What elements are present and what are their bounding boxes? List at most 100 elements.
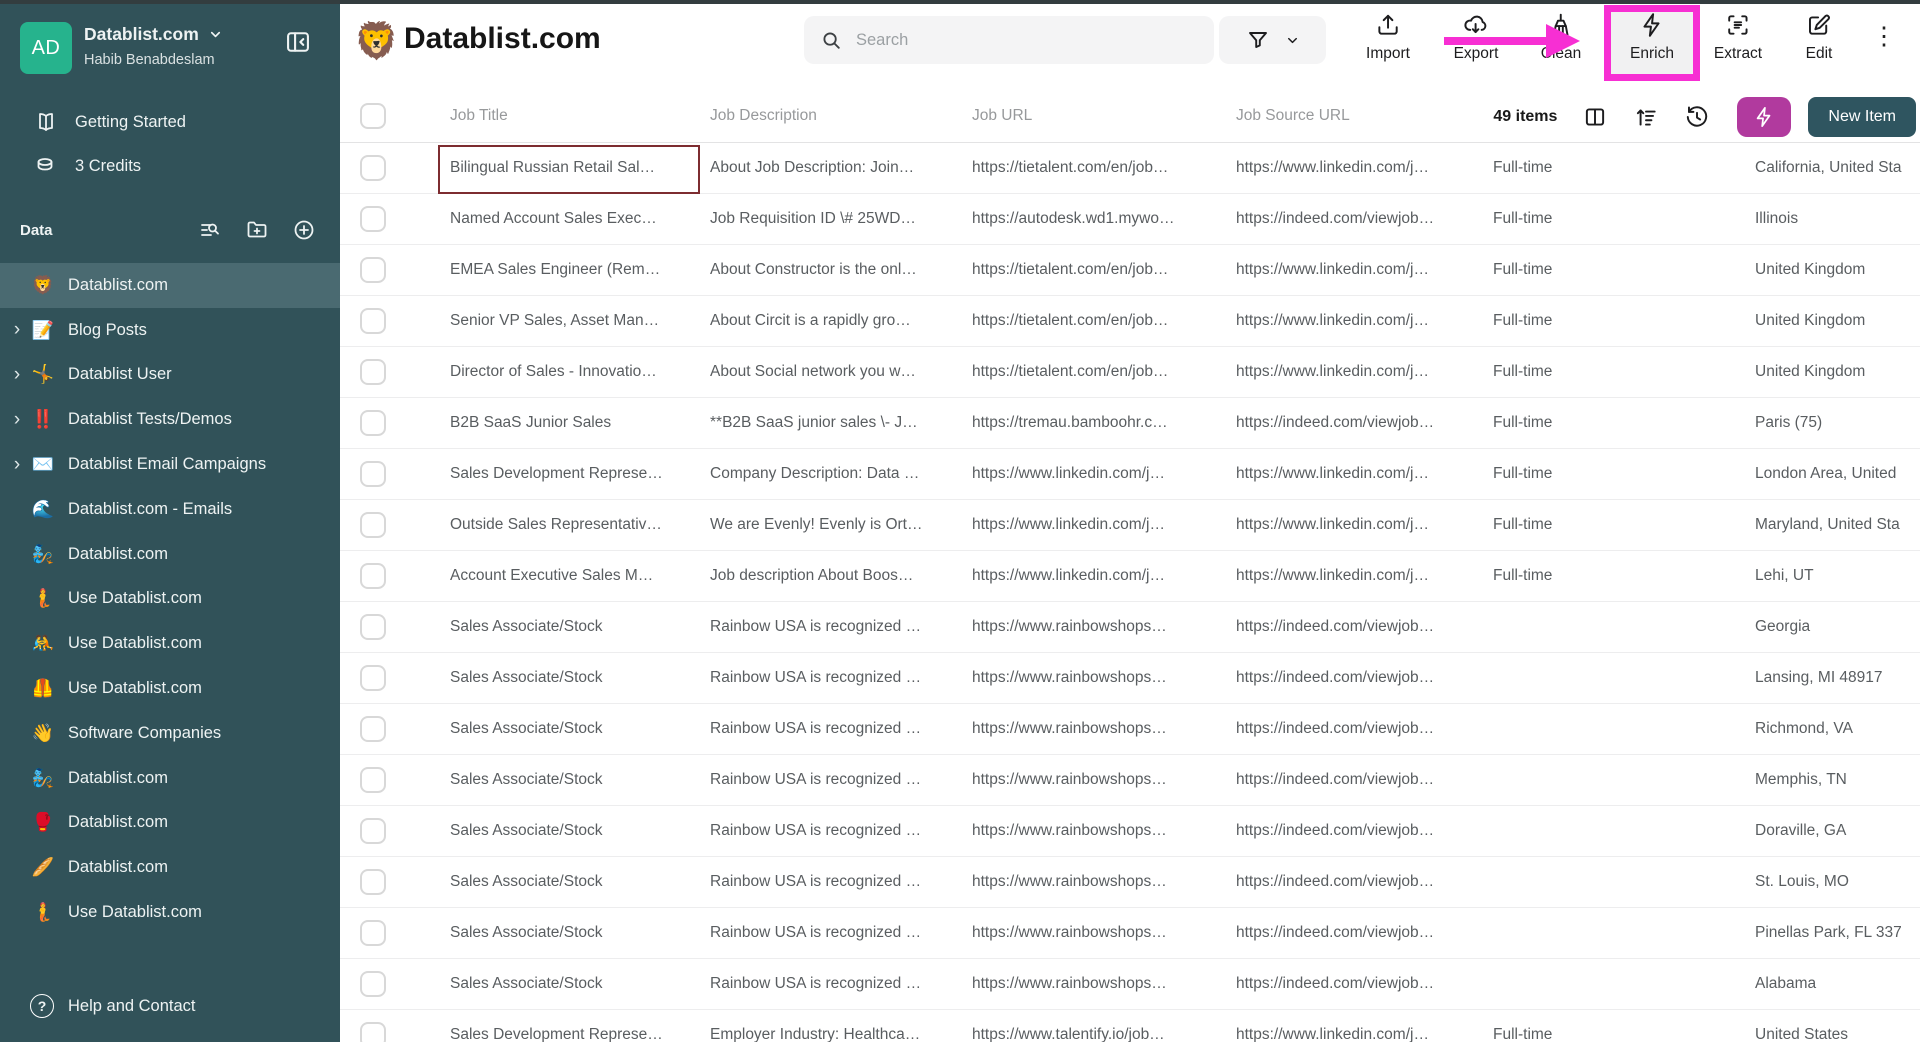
toolbar-import-button[interactable]: Import	[1366, 12, 1410, 63]
row-checkbox[interactable]	[360, 716, 386, 742]
cell-job-description[interactable]: Rainbow USA is recognized …	[710, 873, 972, 891]
cell-job-location[interactable]: Lansing, MI 48917	[1755, 669, 1920, 687]
cell-job-source-url[interactable]: https://www.linkedin.com/j…	[1236, 261, 1493, 279]
cell-job-title[interactable]: Sales Associate/Stock	[450, 618, 710, 636]
cell-job-source-url[interactable]: https://indeed.com/viewjob…	[1236, 210, 1493, 228]
cell-job-source-url[interactable]: https://www.linkedin.com/j…	[1236, 363, 1493, 381]
cell-job-url[interactable]: https://tietalent.com/en/job…	[972, 261, 1236, 279]
cell-job-location[interactable]: California, United Sta	[1755, 159, 1920, 177]
row-checkbox[interactable]	[360, 1022, 386, 1042]
sidebar-item-collection[interactable]: 🥖Datablist.com	[0, 845, 340, 890]
cell-job-url[interactable]: https://www.linkedin.com/j…	[972, 465, 1236, 483]
workspace-switcher[interactable]: Datablist.com	[84, 24, 223, 45]
toolbar-extract-button[interactable]: Extract	[1714, 12, 1762, 63]
cell-job-title[interactable]: Sales Associate/Stock	[450, 720, 710, 738]
chevron-right-icon[interactable]: ›	[6, 364, 28, 386]
cell-job-title[interactable]: Account Executive Sales M…	[450, 567, 710, 585]
cell-job-location[interactable]: St. Louis, MO	[1755, 873, 1920, 891]
cell-job-source-url[interactable]: https://indeed.com/viewjob…	[1236, 822, 1493, 840]
cell-job-title[interactable]: Sales Associate/Stock	[450, 771, 710, 789]
sidebar-item-credits[interactable]: 3 Credits	[0, 144, 340, 188]
sort-button[interactable]	[1633, 104, 1659, 130]
cell-job-title[interactable]: B2B SaaS Junior Sales	[450, 414, 710, 432]
row-checkbox[interactable]	[360, 920, 386, 946]
cell-job-location[interactable]: Maryland, United Sta	[1755, 516, 1920, 534]
column-header-job-title[interactable]: Job Title	[450, 107, 710, 125]
cell-job-title[interactable]: Outside Sales Representativ…	[450, 516, 710, 534]
cell-job-type[interactable]: Full-time	[1493, 363, 1755, 381]
sidebar-item-collection[interactable]: 🤼Use Datablist.com	[0, 621, 340, 666]
cell-job-location[interactable]: London Area, United	[1755, 465, 1920, 483]
row-checkbox[interactable]	[360, 869, 386, 895]
cell-job-location[interactable]: Alabama	[1755, 975, 1920, 993]
cell-job-title[interactable]: Sales Associate/Stock	[450, 975, 710, 993]
column-header-job-source-url[interactable]: Job Source URL	[1236, 107, 1493, 125]
toolbar-clean-button[interactable]: Clean	[1541, 12, 1582, 63]
cell-job-description[interactable]: Job Requisition ID \# 25WD…	[710, 210, 972, 228]
cell-job-url[interactable]: https://tietalent.com/en/job…	[972, 363, 1236, 381]
cell-job-title[interactable]: Sales Development Represe…	[450, 465, 710, 483]
sidebar-item-collection[interactable]: 🥊Datablist.com	[0, 801, 340, 846]
cell-job-title[interactable]: EMEA Sales Engineer (Rem…	[450, 261, 710, 279]
cell-job-title[interactable]: Sales Associate/Stock	[450, 924, 710, 942]
cell-job-location[interactable]: United Kingdom	[1755, 312, 1920, 330]
toolbar-export-button[interactable]: Export	[1454, 12, 1499, 63]
cell-job-description[interactable]: Rainbow USA is recognized …	[710, 669, 972, 687]
cell-job-description[interactable]: About Job Description: Join…	[710, 159, 972, 177]
row-checkbox[interactable]	[360, 359, 386, 385]
cell-job-location[interactable]: Doraville, GA	[1755, 822, 1920, 840]
cell-job-type[interactable]: Full-time	[1493, 159, 1755, 177]
new-item-button[interactable]: New Item	[1808, 97, 1916, 137]
sidebar-item-collection[interactable]: ›🤸Datablist User	[0, 353, 340, 398]
cell-job-source-url[interactable]: https://indeed.com/viewjob…	[1236, 618, 1493, 636]
cell-job-location[interactable]: United Kingdom	[1755, 363, 1920, 381]
sidebar-item-help[interactable]: ? Help and Contact	[0, 984, 340, 1028]
add-collection-icon[interactable]	[292, 218, 316, 242]
cell-job-title[interactable]: Bilingual Russian Retail Sal…	[450, 159, 710, 177]
row-checkbox[interactable]	[360, 206, 386, 232]
collapse-sidebar-button[interactable]	[284, 28, 312, 56]
row-checkbox[interactable]	[360, 818, 386, 844]
history-button[interactable]	[1684, 104, 1710, 130]
cell-job-url[interactable]: https://tietalent.com/en/job…	[972, 312, 1236, 330]
search-lists-icon[interactable]	[198, 218, 222, 242]
cell-job-description[interactable]: About Circit is a rapidly gro…	[710, 312, 972, 330]
cell-job-source-url[interactable]: https://www.linkedin.com/j…	[1236, 1026, 1493, 1042]
cell-job-description[interactable]: Company Description: Data …	[710, 465, 972, 483]
cell-job-url[interactable]: https://www.rainbowshops…	[972, 771, 1236, 789]
cell-job-type[interactable]: Full-time	[1493, 465, 1755, 483]
cell-job-type[interactable]: Full-time	[1493, 516, 1755, 534]
column-header-job-description[interactable]: Job Description	[710, 107, 972, 125]
cell-job-description[interactable]: Job description About Boos…	[710, 567, 972, 585]
cell-job-type[interactable]: Full-time	[1493, 312, 1755, 330]
cell-job-description[interactable]: Rainbow USA is recognized …	[710, 975, 972, 993]
cell-job-description[interactable]: Rainbow USA is recognized …	[710, 618, 972, 636]
cell-job-source-url[interactable]: https://www.linkedin.com/j…	[1236, 516, 1493, 534]
cell-job-source-url[interactable]: https://www.linkedin.com/j…	[1236, 159, 1493, 177]
row-checkbox[interactable]	[360, 410, 386, 436]
cell-job-title[interactable]: Sales Associate/Stock	[450, 873, 710, 891]
cell-job-description[interactable]: Rainbow USA is recognized …	[710, 771, 972, 789]
cell-job-location[interactable]: Georgia	[1755, 618, 1920, 636]
row-checkbox[interactable]	[360, 767, 386, 793]
cell-job-type[interactable]: Full-time	[1493, 414, 1755, 432]
cell-job-title[interactable]: Director of Sales - Innovatio…	[450, 363, 710, 381]
cell-job-description[interactable]: Rainbow USA is recognized …	[710, 822, 972, 840]
filter-button[interactable]	[1219, 16, 1326, 64]
row-checkbox[interactable]	[360, 257, 386, 283]
cell-job-location[interactable]: Lehi, UT	[1755, 567, 1920, 585]
sidebar-item-collection[interactable]: ›📝Blog Posts	[0, 308, 340, 353]
cell-job-location[interactable]: Memphis, TN	[1755, 771, 1920, 789]
new-folder-icon[interactable]	[245, 218, 269, 242]
cell-job-url[interactable]: https://www.rainbowshops…	[972, 873, 1236, 891]
search-input[interactable]	[854, 30, 1198, 51]
sidebar-item-collection[interactable]: 🌊Datablist.com - Emails	[0, 487, 340, 532]
cell-job-description[interactable]: We are Evenly! Evenly is Ort…	[710, 516, 972, 534]
sidebar-item-collection[interactable]: 🧞Datablist.com	[0, 532, 340, 577]
cell-job-description[interactable]: **B2B SaaS junior sales \- J…	[710, 414, 972, 432]
select-all-checkbox[interactable]	[360, 103, 386, 129]
sidebar-item-collection[interactable]: 🧞Datablist.com	[0, 756, 340, 801]
enrichments-button[interactable]	[1737, 97, 1791, 137]
cell-job-title[interactable]: Sales Associate/Stock	[450, 822, 710, 840]
cell-job-source-url[interactable]: https://indeed.com/viewjob…	[1236, 414, 1493, 432]
